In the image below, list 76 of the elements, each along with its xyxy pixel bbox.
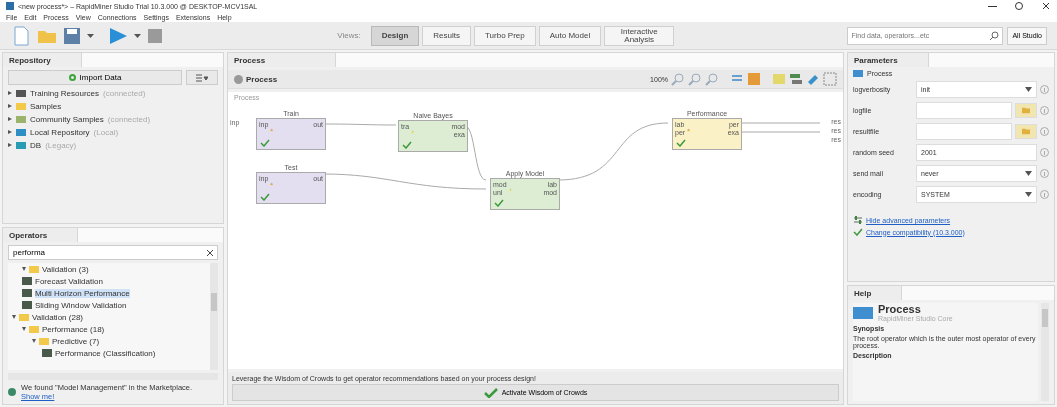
repository-item[interactable]: DB (Legacy) [8, 140, 218, 150]
import-data-button[interactable]: Import Data [8, 70, 182, 85]
repository-item[interactable]: Training Resources (connected) [8, 88, 218, 98]
process-icon [853, 70, 863, 77]
view-tab[interactable]: Design [370, 25, 420, 46]
operator-tree-item[interactable]: Performance (Classification) [8, 347, 210, 359]
check-icon [260, 139, 270, 147]
operator-tree-item[interactable]: Sliding Window Validation [8, 299, 210, 311]
caret-icon[interactable] [86, 31, 95, 40]
help-title: Process [878, 303, 922, 315]
check-icon [483, 387, 498, 398]
folder-icon [29, 265, 39, 273]
close-icon[interactable] [1041, 1, 1051, 11]
views-label: Views: [337, 31, 361, 40]
check-icon [402, 141, 412, 149]
view-tab[interactable]: Turbo Prep [474, 25, 536, 46]
repository-item[interactable]: Samples [8, 101, 218, 111]
eraser-icon[interactable] [806, 72, 820, 86]
view-tab[interactable]: Auto Model [538, 25, 602, 46]
folder-icon [1022, 127, 1030, 135]
save-icon[interactable] [62, 25, 82, 46]
operator-search-field[interactable]: performa [8, 245, 218, 260]
check-icon [676, 139, 686, 147]
list-caret-icon [196, 73, 208, 82]
panel-tab[interactable]: Process [228, 53, 337, 67]
process-icon [853, 306, 873, 319]
sliders-icon [853, 216, 863, 225]
zoom-icon[interactable] [671, 72, 685, 86]
panel-tab[interactable]: Operators [3, 228, 79, 242]
stack-icon[interactable] [789, 72, 803, 86]
zoom-icon[interactable] [688, 72, 702, 86]
info-icon[interactable] [1040, 105, 1049, 115]
caret-icon [1025, 86, 1032, 92]
menu-dropdown-button[interactable] [186, 70, 218, 85]
operator-tree-item[interactable]: Forecast Validation [8, 275, 210, 287]
view-tab[interactable]: Interactive Analysis [604, 25, 675, 46]
parameter-field[interactable] [916, 101, 1012, 119]
search-icon[interactable] [989, 30, 1000, 41]
operator-icon [42, 349, 52, 357]
fit-icon[interactable] [823, 72, 837, 86]
panel-tab[interactable]: Repository [3, 53, 82, 67]
parameter-field[interactable] [916, 122, 1012, 140]
folder-icon [1022, 106, 1030, 114]
scrollbar[interactable] [1041, 303, 1049, 401]
info-icon[interactable] [1040, 189, 1049, 199]
caret-icon[interactable] [133, 31, 142, 40]
operator-tree-item[interactable]: Validation (28) [8, 311, 210, 323]
check-icon [494, 199, 504, 207]
operator-tree-item[interactable]: Predictive (7) [8, 335, 210, 347]
zoom-icon[interactable] [705, 72, 719, 86]
app-icon [6, 2, 14, 10]
clear-icon[interactable] [206, 249, 214, 257]
operator-tree-item[interactable]: Validation (3) [8, 263, 210, 275]
check-icon [853, 228, 863, 236]
info-icon[interactable] [1040, 147, 1049, 157]
operator-tree-item[interactable]: Multi Horizon Performance [8, 287, 210, 299]
minimize-icon[interactable] [988, 5, 997, 7]
grid-icon[interactable] [747, 72, 761, 86]
repository-item[interactable]: Community Samples (connected) [8, 114, 218, 124]
panel-tab[interactable]: Help [848, 286, 903, 300]
process-icon [234, 74, 243, 84]
breadcrumb[interactable]: Process [246, 74, 278, 84]
info-icon[interactable] [1040, 168, 1049, 178]
info-icon[interactable] [1040, 84, 1049, 94]
caret-icon [1025, 170, 1032, 176]
operator-tree-item[interactable]: Performance (18) [8, 323, 210, 335]
scrollbar[interactable] [210, 263, 218, 370]
panel-tab[interactable]: Parameters [848, 53, 929, 67]
caret-icon [1025, 191, 1032, 197]
check-icon [260, 193, 270, 201]
browse-button[interactable] [1015, 102, 1037, 118]
repository-item[interactable]: Local Repository (Local) [8, 127, 218, 137]
view-tab[interactable]: Results [422, 25, 471, 46]
browse-button[interactable] [1015, 123, 1037, 139]
info-icon[interactable] [1040, 126, 1049, 136]
marketplace-icon [8, 388, 16, 396]
